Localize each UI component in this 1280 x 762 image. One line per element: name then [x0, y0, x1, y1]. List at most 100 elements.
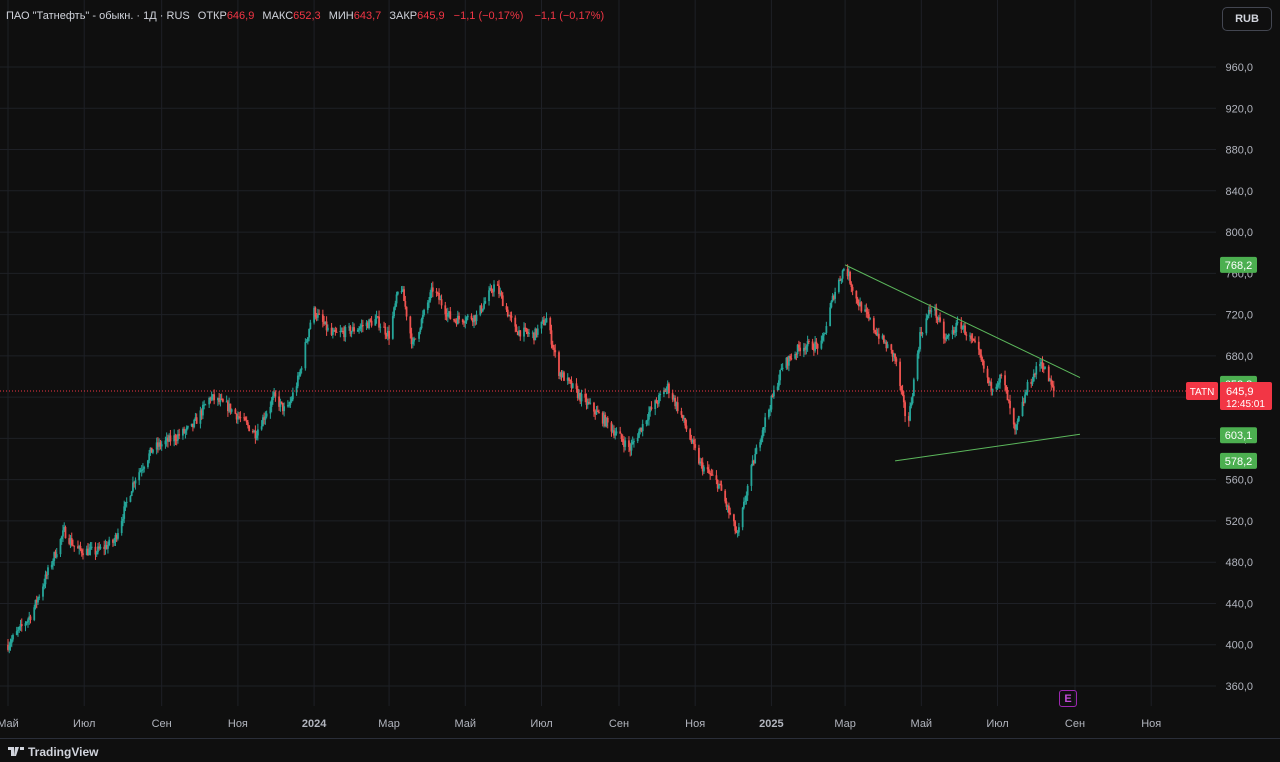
candle-body [123, 506, 126, 519]
candle-body [1052, 386, 1055, 392]
candle-body [481, 308, 484, 312]
candle-body [851, 287, 854, 291]
candle-body [939, 317, 941, 322]
candle-body [849, 272, 852, 284]
candle-body [458, 315, 460, 320]
candle-body [624, 440, 627, 447]
y-tick-label: 920,0 [1225, 103, 1253, 115]
candle-body [260, 426, 263, 430]
candle-body [655, 400, 658, 404]
candle-body [981, 359, 984, 362]
candle-body [947, 334, 950, 336]
candle-body [630, 444, 633, 451]
candle-body [711, 474, 714, 476]
candle-body [38, 596, 41, 598]
candle-body [291, 392, 294, 400]
candle-body [475, 314, 478, 322]
candle-body [693, 439, 695, 445]
candle-body [764, 417, 767, 428]
candle-body [8, 646, 11, 650]
candle-body [648, 412, 650, 420]
currency-button[interactable]: RUB [1222, 7, 1272, 31]
candle-body [245, 420, 248, 423]
candle-body [47, 567, 49, 575]
candle-body [974, 340, 976, 342]
tradingview-logo[interactable]: TradingView [8, 745, 98, 759]
x-tick-label: Ноя [228, 718, 248, 730]
candle-body [1000, 374, 1003, 376]
ticker-label: TATN [1190, 387, 1215, 398]
candle-body [1017, 416, 1020, 422]
candle-body [1015, 424, 1018, 430]
candle-body [596, 410, 599, 413]
candle-body [910, 403, 913, 407]
candle-body [130, 491, 133, 497]
candle-body [779, 369, 782, 381]
candle-body [169, 435, 172, 442]
candle-body [483, 303, 485, 309]
candle-body [1016, 421, 1019, 425]
candle-body [620, 433, 623, 439]
candle-body [834, 291, 837, 299]
candle-body [12, 634, 14, 640]
candle-body [426, 302, 429, 310]
candle-body [298, 375, 301, 377]
candle-body [708, 469, 710, 473]
candle-body [575, 383, 578, 389]
candle-body [736, 532, 739, 534]
candle-body [59, 539, 62, 555]
candle-body [842, 269, 845, 271]
candle-body [113, 541, 116, 543]
candle-body [658, 395, 660, 404]
candle-body [289, 401, 292, 405]
candle-body [980, 354, 983, 360]
candle-body [488, 290, 490, 302]
candle-body [418, 332, 420, 339]
candle-body [899, 361, 901, 387]
candle-body [816, 343, 819, 349]
earnings-icon[interactable]: E [1059, 690, 1077, 707]
candle-body [335, 331, 338, 333]
candle-body [419, 328, 422, 333]
candle-body [777, 380, 780, 387]
candle-body [431, 287, 434, 292]
candle-body [961, 327, 964, 329]
candle-body [88, 549, 91, 556]
candle-body [580, 393, 583, 402]
candle-body [453, 319, 455, 321]
candle-body [621, 438, 624, 442]
close-value: 645,9 [417, 10, 445, 22]
candle-body [767, 409, 770, 418]
candle-body [95, 552, 98, 555]
candle-body [107, 545, 109, 549]
candle-body [405, 306, 408, 317]
candle-body [955, 322, 958, 333]
price-chart[interactable]: 360,0400,0440,0480,0520,0560,0600,0640,0… [0, 0, 1280, 738]
candle-body [395, 294, 398, 304]
y-tick-label: 360,0 [1225, 681, 1253, 693]
x-tick-label: Сен [1065, 718, 1085, 730]
candle-body [204, 404, 207, 406]
candle-body [916, 353, 919, 380]
candle-body [378, 316, 380, 328]
candle-body [187, 426, 189, 428]
candle-body [24, 623, 27, 627]
candle-body [855, 290, 858, 299]
candle-body [536, 328, 539, 335]
candle-body [744, 500, 747, 502]
candle-body [553, 347, 555, 351]
candle-body [420, 319, 423, 329]
candle-body [1004, 375, 1006, 386]
candle-body [1041, 362, 1044, 369]
candle-body [270, 400, 273, 407]
candle-body [400, 291, 403, 293]
candle-body [926, 315, 929, 319]
candle-body [982, 361, 985, 369]
candle-body [10, 639, 13, 644]
candle-body [429, 292, 432, 301]
candle-body [728, 505, 730, 513]
candle-body [563, 372, 565, 381]
candle-body [314, 307, 317, 317]
candle-body [42, 586, 44, 597]
low-value: 643,7 [353, 10, 382, 22]
